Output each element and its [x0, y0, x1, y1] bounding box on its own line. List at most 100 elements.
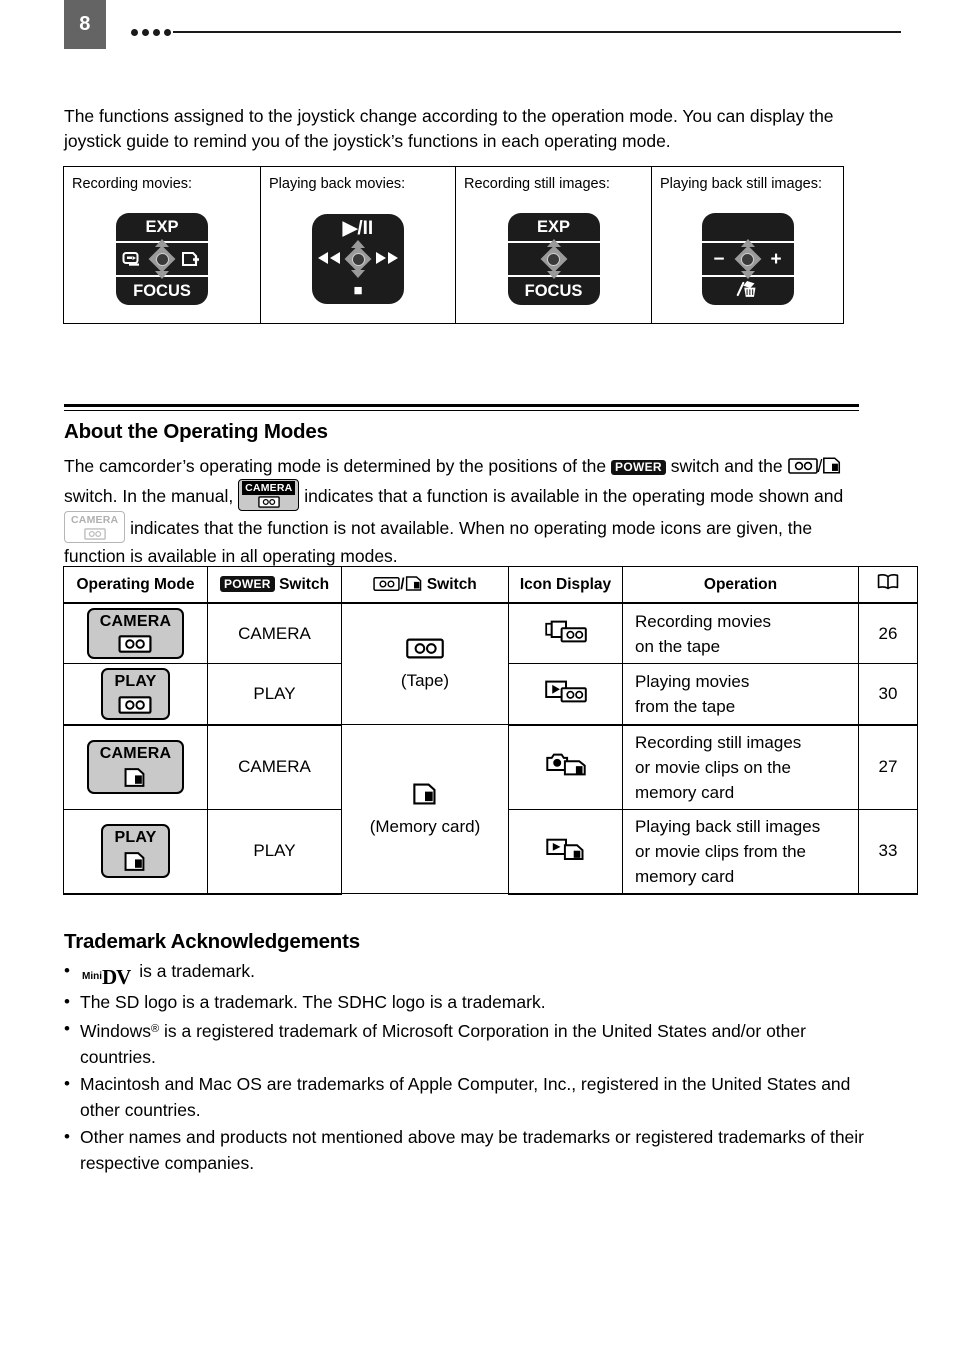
power-badge-header: POWER — [219, 576, 275, 592]
cell-mode-badge-camera-tape: CAMERA — [63, 602, 208, 665]
bullet: • — [64, 992, 70, 1011]
camera-mode-badge-available: CAMERA — [238, 479, 300, 512]
play-pause-icon: ▶/II — [342, 217, 374, 239]
guide-label-recording-movies: Recording movies: — [72, 176, 193, 192]
mode-badge-camera-tape: CAMERA — [86, 608, 185, 660]
section-divider-operating-modes — [64, 404, 859, 411]
mode-badge-play-card: PLAY — [101, 824, 170, 879]
cell-mode-badge-camera-card: CAMERA — [63, 724, 208, 810]
operation-line-1: Recording still images — [635, 732, 802, 752]
guide-cell-playing-movies: Playing back movies: ▶/II ■ — [260, 166, 456, 324]
joystick-core-4 — [733, 239, 763, 279]
memory-card-icon — [125, 768, 145, 788]
guide-bottom-label-1: FOCUS — [133, 281, 191, 300]
cell-operation-4: Playing back still images or movie clips… — [622, 808, 859, 895]
cell-page-2: 30 — [858, 663, 918, 726]
tape-icon — [83, 528, 106, 540]
rewind-icon — [316, 251, 342, 268]
table-row: CAMERA CAMERA — [63, 602, 918, 726]
windows-word: Windows — [80, 1021, 151, 1041]
registered-mark: ® — [151, 1023, 160, 1035]
joystick-guide-table: Recording movies: EXP FOCUS Playing back… — [63, 166, 844, 324]
play-card-icon — [544, 834, 588, 868]
header-icon-display: Icon Display — [508, 566, 623, 604]
fast-forward-icon — [374, 251, 400, 268]
joystick-guide-playing-stills-icon: − + — [652, 195, 843, 323]
bullet: • — [64, 961, 70, 980]
para-text-2: switch and the — [670, 456, 783, 476]
header-operating-mode: Operating Mode — [63, 566, 208, 604]
camcorder-tape-icon — [544, 617, 588, 651]
trademark-item-text-1: Mini DV is a trademark. — [80, 958, 864, 988]
header-media-switch-label: Switch — [426, 576, 477, 593]
cell-operation-1: Recording movies on the tape — [622, 602, 859, 665]
memory-card-icon — [412, 782, 438, 811]
cell-power-switch-camera-1: CAMERA — [207, 602, 342, 665]
minus-icon: − — [713, 248, 725, 270]
operation-line-2: or movie clips on the — [635, 757, 791, 777]
card-add-icon — [180, 250, 202, 269]
para-text-1: The camcorder’s operating mode is determ… — [64, 456, 607, 476]
mode-badge-camera-card: CAMERA — [86, 740, 185, 795]
trademark-item-text-2: The SD logo is a trademark. The SDHC log… — [80, 992, 546, 1012]
table-row: CAMERA CAMERA — [63, 724, 918, 895]
page-header: 8 — [0, 0, 954, 56]
cell-page-3: 27 — [858, 724, 918, 810]
guide-label-playing-stills: Playing back still images: — [660, 176, 822, 192]
cell-operation-3: Recording still images or movie clips on… — [622, 724, 859, 810]
tape-icon — [118, 635, 153, 654]
header-media-switch: / Switch — [341, 566, 509, 604]
trademark-list: • Mini DV is a trademark. • The SD logo … — [64, 958, 864, 1177]
joystick-guide-playing-movies-icon: ▶/II ■ — [261, 195, 455, 323]
stop-icon: ■ — [353, 281, 363, 299]
list-item: • The SD logo is a trademark. The SDHC l… — [64, 989, 864, 1015]
guide-cell-playing-stills: Playing back still images: − + — [651, 166, 844, 324]
list-item: • Windows® is a registered trademark of … — [64, 1016, 864, 1070]
page-number: 8 — [64, 0, 106, 49]
cell-power-switch-play-1: PLAY — [207, 663, 342, 726]
trademark-item-text-5: Other names and products not mentioned a… — [80, 1127, 865, 1173]
operation-line-1: Recording movies — [635, 611, 772, 631]
guide-bottom-label-3: FOCUS — [524, 281, 583, 300]
table-header-row: Operating Mode POWER Switch / Switch Ico… — [63, 566, 918, 604]
list-item: • Other names and products not mentioned… — [64, 1124, 864, 1176]
memory-card-icon — [125, 852, 145, 872]
trademark-item-text-3: Windows® is a registered trademark of Mi… — [80, 1016, 864, 1070]
mode-badge-play-tape: PLAY — [101, 668, 170, 720]
play-tape-icon — [544, 677, 588, 711]
tape-icon — [373, 576, 400, 592]
cell-icon-display-play-tape — [508, 663, 623, 726]
tape-icon — [118, 695, 153, 714]
memory-card-icon — [405, 575, 423, 592]
cell-media-card-group: (Memory card) — [341, 724, 509, 895]
book-icon — [876, 574, 900, 595]
cell-power-switch-play-2: PLAY — [207, 808, 342, 895]
media-label-card: (Memory card) — [369, 816, 481, 836]
operating-modes-table: Operating Mode POWER Switch / Switch Ico… — [63, 566, 918, 895]
intro-paragraph: The functions assigned to the joystick c… — [64, 106, 834, 151]
joystick-guide-recording-stills-icon: EXP FOCUS — [456, 195, 651, 323]
operation-line-2: on the tape — [635, 636, 721, 656]
cell-icon-display-play-card — [508, 808, 623, 895]
trademark-item-1-tail: is a trademark. — [139, 961, 255, 981]
bullet: • — [64, 1127, 70, 1146]
minidv-mini-text: Mini — [82, 971, 102, 982]
guide-top-label-1: EXP — [145, 217, 179, 236]
trademark-title: Trademark Acknowledgements — [64, 930, 360, 953]
operation-line-1: Playing back still images — [635, 816, 821, 836]
cell-page-1: 26 — [858, 602, 918, 665]
cell-icon-display-camcorder-tape — [508, 602, 623, 665]
guide-label-recording-stills: Recording still images: — [464, 176, 610, 192]
para-text-4: indicates that a function is available i… — [304, 486, 844, 507]
header-power-switch-label: Switch — [279, 575, 330, 593]
trademark-item-text-4: Macintosh and Mac OS are trademarks of A… — [80, 1074, 851, 1120]
joystick-core-1 — [147, 239, 177, 279]
joystick-core-2 — [343, 240, 373, 278]
tape-icon — [406, 637, 444, 665]
guide-label-playing-movies: Playing back movies: — [269, 176, 406, 192]
minidv-dv-text: DV — [102, 965, 131, 989]
tape-rewind-icon — [122, 250, 144, 269]
operation-line-1: Playing movies — [635, 672, 750, 692]
power-badge-inline: POWER — [611, 459, 666, 475]
operation-line-3: memory card — [635, 782, 735, 802]
